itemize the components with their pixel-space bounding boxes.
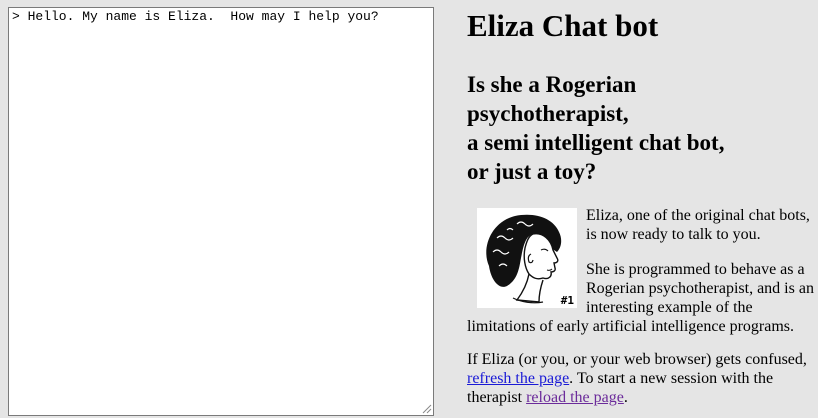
help-text-before: If Eliza (or you, or your web browser) g… (467, 351, 807, 368)
resize-grip-icon[interactable] (422, 404, 432, 414)
subtitle-line-1: Is she a Rogerian (467, 72, 637, 97)
chat-transcript-text: > Hello. My name is Eliza. How may I hel… (12, 9, 379, 24)
page-title: Eliza Chat bot (467, 8, 659, 43)
eliza-portrait: #1 (477, 208, 577, 308)
subtitle-line-3: a semi intelligent chat bot, (467, 130, 725, 155)
chat-transcript-textarea[interactable]: > Hello. My name is Eliza. How may I hel… (8, 7, 434, 416)
subtitle-line-2: psychotherapist, (467, 101, 629, 126)
reload-page-link[interactable]: reload the page (526, 389, 624, 406)
intro-section: #1 Eliza, one of the original chat bots,… (467, 206, 815, 336)
info-panel: Eliza Chat bot Is she a Rogerian psychot… (467, 0, 815, 409)
help-paragraph: If Eliza (or you, or your web browser) g… (467, 350, 815, 407)
portrait-tag: #1 (560, 294, 574, 307)
page-subtitle: Is she a Rogerian psychotherapist, a sem… (467, 70, 815, 186)
refresh-page-link[interactable]: refresh the page (467, 370, 569, 387)
subtitle-line-4: or just a toy? (467, 159, 597, 184)
woman-profile-sketch-icon (486, 214, 562, 304)
help-text-after: . (623, 389, 628, 406)
